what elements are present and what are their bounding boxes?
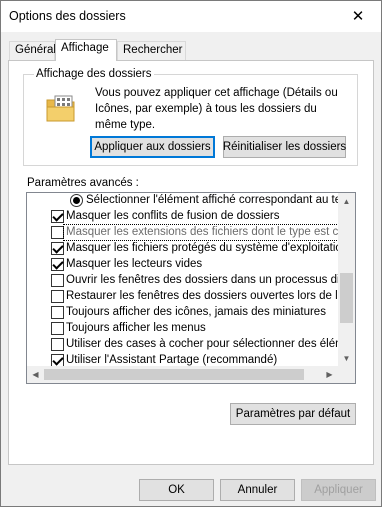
checkbox[interactable] — [51, 210, 64, 223]
vertical-scrollbar[interactable]: ▲ ▼ — [338, 193, 355, 367]
vertical-scroll-thumb[interactable] — [340, 273, 353, 323]
ok-button[interactable]: OK — [139, 479, 214, 501]
tab-general[interactable]: Général — [9, 41, 56, 60]
advanced-settings-list[interactable]: Sélectionner l'élément affiché correspon… — [26, 192, 356, 384]
advanced-settings-label: Paramètres avancés : — [27, 177, 139, 189]
apply-button[interactable]: Appliquer — [301, 479, 376, 501]
folder-view-icon — [46, 95, 75, 122]
list-item-label: Restaurer les fenêtres des dossiers ouve… — [66, 290, 338, 302]
apply-to-folders-button[interactable]: Appliquer aux dossiers — [90, 136, 215, 158]
checkbox[interactable] — [51, 258, 64, 271]
checkbox[interactable] — [51, 322, 64, 335]
checkbox[interactable] — [51, 338, 64, 351]
checkbox[interactable] — [51, 306, 64, 319]
cancel-button[interactable]: Annuler — [220, 479, 295, 501]
window-title: Options des dossiers — [9, 9, 126, 23]
horizontal-scroll-thumb[interactable] — [44, 369, 304, 380]
folder-view-description: Vous pouvez appliquer cet affichage (Dét… — [95, 87, 338, 131]
scroll-corner — [338, 366, 355, 383]
folder-options-dialog: Options des dossiers ✕ Général Affichage… — [0, 0, 382, 507]
reset-folders-button[interactable]: Réinitialiser les dossiers — [223, 136, 346, 158]
list-item-label: Masquer les extensions des fichiers dont… — [63, 224, 338, 241]
list-item-label: Masquer les fichiers protégés du système… — [66, 242, 338, 254]
tab-affichage[interactable]: Affichage — [55, 39, 117, 61]
list-item-label: Toujours afficher des icônes, jamais des… — [66, 306, 326, 318]
list-item-label: Ouvrir les fenêtres des dossiers dans un… — [66, 274, 338, 286]
scroll-left-arrow-icon[interactable]: ◀ — [27, 366, 44, 383]
scroll-right-arrow-icon[interactable]: ▶ — [321, 366, 338, 383]
list-item-label: Sélectionner l'élément affiché correspon… — [86, 194, 338, 206]
advanced-settings-viewport: Sélectionner l'élément affiché correspon… — [27, 193, 338, 367]
checkbox[interactable] — [51, 226, 64, 239]
checkbox[interactable] — [51, 274, 64, 287]
list-item-label: Utiliser l'Assistant Partage (recommandé… — [66, 354, 278, 366]
scroll-down-arrow-icon[interactable]: ▼ — [338, 350, 355, 367]
close-icon: ✕ — [351, 8, 365, 25]
horizontal-scrollbar[interactable]: ◀ ▶ — [27, 366, 338, 383]
close-button[interactable]: ✕ — [335, 1, 381, 32]
title-bar: Options des dossiers ✕ — [1, 1, 381, 32]
list-item-label: Masquer les conflits de fusion de dossie… — [66, 210, 280, 222]
radio-button[interactable] — [70, 194, 83, 207]
restore-defaults-button[interactable]: Paramètres par défaut — [230, 403, 356, 425]
checkbox[interactable] — [51, 290, 64, 303]
folder-view-group-title: Affichage des dossiers — [34, 68, 154, 80]
tab-rechercher[interactable]: Rechercher — [117, 41, 186, 60]
scroll-up-arrow-icon[interactable]: ▲ — [338, 193, 355, 210]
list-item-label: Masquer les lecteurs vides — [66, 258, 203, 270]
checkbox[interactable] — [51, 242, 64, 255]
list-item-label: Toujours afficher les menus — [66, 322, 206, 334]
list-item-label: Utiliser des cases à cocher pour sélecti… — [66, 338, 338, 350]
